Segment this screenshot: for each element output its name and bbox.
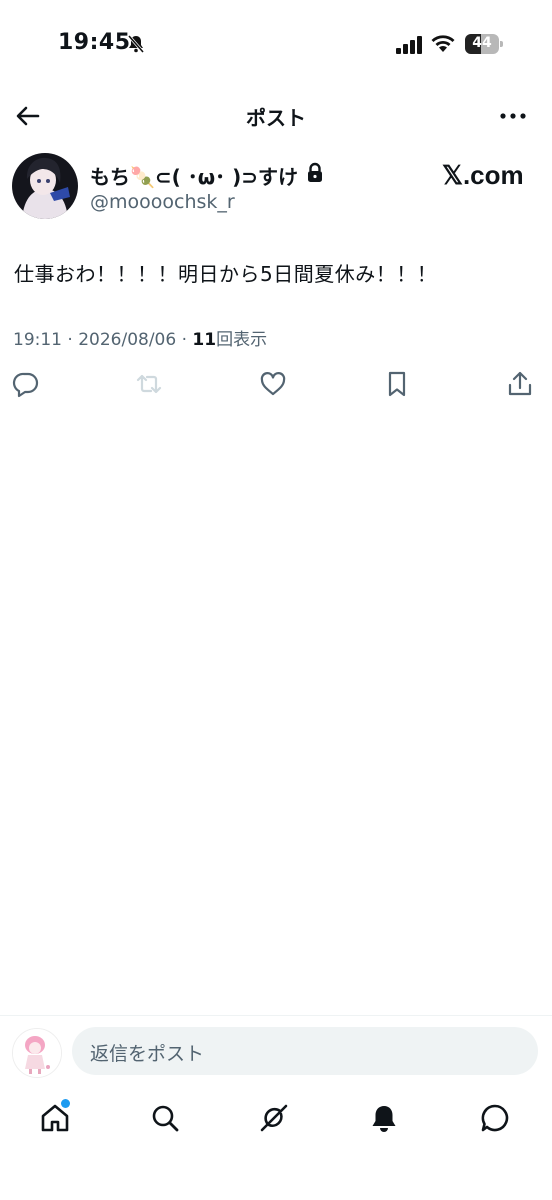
home-notification-dot [61,1099,70,1108]
tab-notifications[interactable] [368,1102,402,1136]
author-avatar[interactable] [12,153,78,219]
battery-indicator: 44 [465,34,503,54]
reply-input[interactable]: 返信をポスト [72,1027,538,1075]
wifi-icon [431,35,455,52]
top-nav-bar: ポスト [0,90,552,142]
search-icon [152,1105,179,1132]
post-text: 仕事おわ！！！！明日から5日間夏休み！！！ [14,262,438,286]
post-meta: 19:11 · 2026/08/06 · 11回表示 [13,325,267,350]
repost-icon [136,374,162,394]
grok-icon [260,1104,288,1132]
silent-bell-icon [127,35,145,53]
repost-button [135,370,165,400]
bookmark-button[interactable] [383,370,413,400]
reply-bubble-icon [12,372,39,398]
author-display-name[interactable]: もち🍡⊂( ･ω･ )⊃すけ [90,161,298,190]
tab-grok[interactable] [258,1102,292,1136]
bell-icon [372,1106,396,1132]
message-icon [481,1104,509,1132]
user-avatar[interactable] [12,1028,62,1078]
post-timestamp: 19:11 · 2026/08/06 · [13,330,193,350]
bottom-tab-bar [0,1090,552,1150]
tab-messages[interactable] [479,1102,513,1136]
view-count[interactable]: 11 [192,330,216,350]
heart-icon [260,372,286,396]
cellular-signal-icon [396,36,422,54]
reply-button[interactable] [12,370,42,400]
page-title: ポスト [246,106,306,130]
x-com-brand: 𝕏.com [442,160,524,190]
reply-composer-bar: 返信をポスト [0,1015,552,1088]
bookmark-icon [388,371,406,397]
like-button[interactable] [259,370,289,400]
status-time: 19:45 [58,30,131,55]
arrow-left-icon[interactable] [14,102,42,130]
tab-search[interactable] [149,1102,183,1136]
share-button[interactable] [506,370,536,400]
status-bar: 19:45 44 [0,0,552,90]
view-label[interactable]: 回表示 [216,330,267,350]
author-handle[interactable]: @moooochsk_r [90,191,235,213]
more-horizontal-icon[interactable] [498,102,528,130]
share-icon [508,371,532,396]
battery-level: 44 [472,35,492,51]
tab-home[interactable] [39,1099,73,1136]
reply-placeholder: 返信をポスト [90,1043,205,1065]
lock-icon [308,162,322,182]
